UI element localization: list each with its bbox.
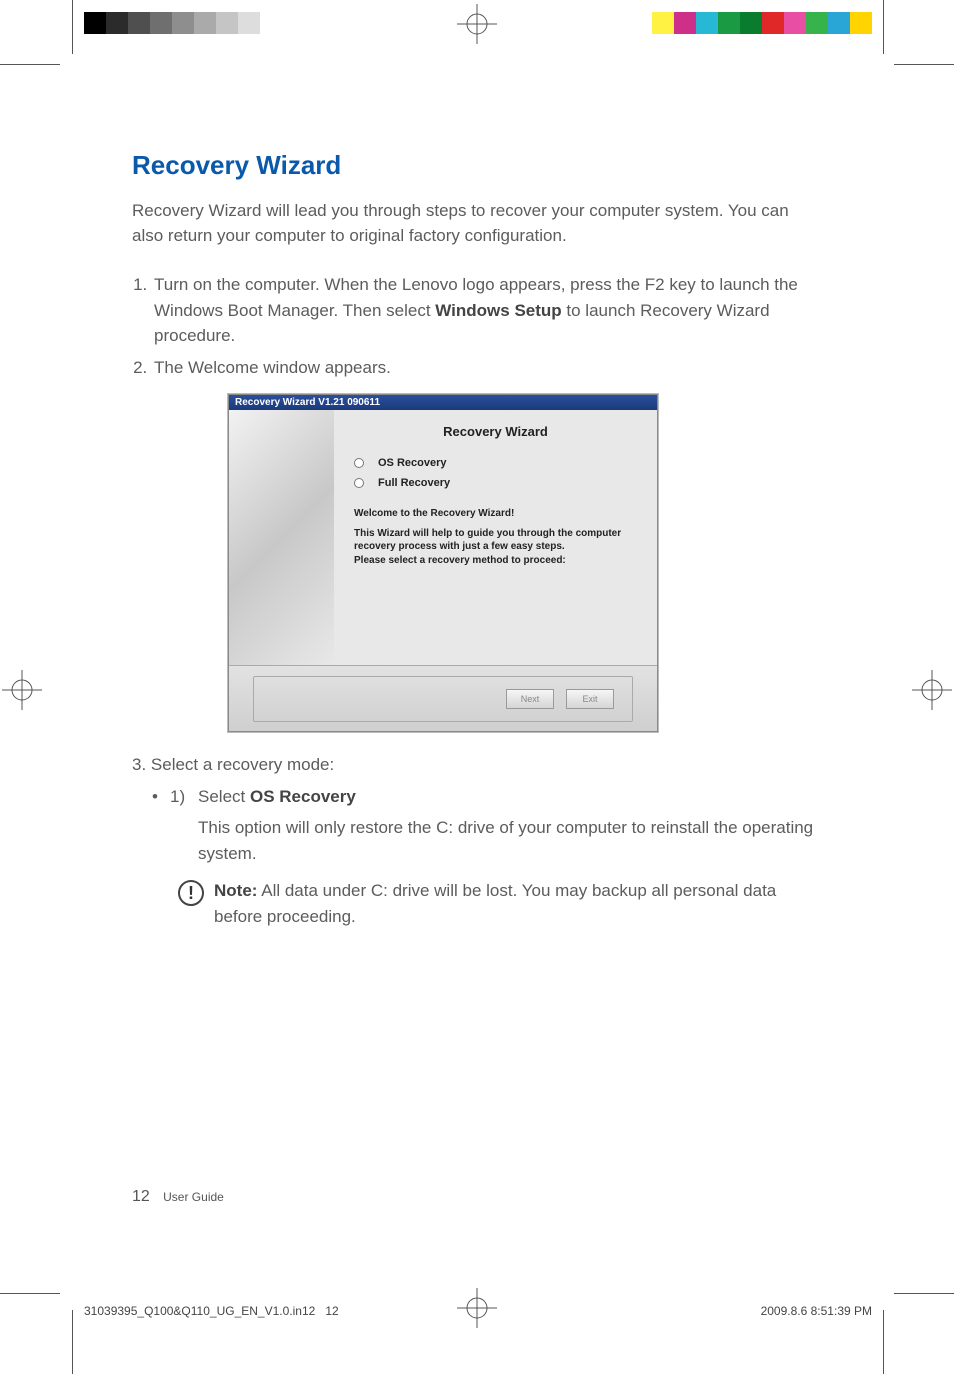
print-slug-right: 2009.8.6 8:51:39 PM xyxy=(761,1304,872,1318)
crop-mark xyxy=(894,64,954,65)
printer-color-bar-left xyxy=(84,12,282,34)
crop-mark xyxy=(883,1310,884,1374)
crop-mark xyxy=(883,0,884,54)
color-swatch xyxy=(172,12,194,34)
radio-label: Full Recovery xyxy=(378,477,450,489)
book-title: User Guide xyxy=(163,1190,224,1204)
wizard-desc-1: Welcome to the Recovery Wizard! xyxy=(354,507,637,521)
step-3-lead: 3. Select a recovery mode: xyxy=(132,752,822,778)
exit-button[interactable]: Exit xyxy=(566,689,614,709)
step-1-bold: Windows Setup xyxy=(435,301,561,320)
crop-mark xyxy=(72,1310,73,1374)
registration-mark-icon xyxy=(912,670,952,710)
color-swatch xyxy=(238,12,260,34)
crop-mark xyxy=(0,64,60,65)
color-swatch xyxy=(850,12,872,34)
slug-filename: 31039395_Q100&Q110_UG_EN_V1.0.in12 xyxy=(84,1304,315,1318)
color-swatch xyxy=(740,12,762,34)
page-number: 12 xyxy=(132,1188,150,1205)
crop-mark xyxy=(72,0,73,54)
note-block: ! Note: All data under C: drive will be … xyxy=(178,878,822,929)
sub-step-number: 1) xyxy=(170,784,198,810)
step-2: The Welcome window appears. xyxy=(152,355,822,381)
registration-mark-icon xyxy=(457,1288,497,1328)
wizard-desc-2: This Wizard will help to guide you throu… xyxy=(354,527,637,554)
intro-paragraph: Recovery Wizard will lead you through st… xyxy=(132,199,822,248)
radio-label: OS Recovery xyxy=(378,457,446,469)
sub-step-title: Select OS Recovery xyxy=(198,784,822,810)
color-swatch xyxy=(150,12,172,34)
note-label: Note: xyxy=(214,881,257,900)
page-content: Recovery Wizard Recovery Wizard will lea… xyxy=(132,150,822,929)
color-swatch xyxy=(84,12,106,34)
sub-step-bold: OS Recovery xyxy=(250,787,356,806)
step-3: 3. Select a recovery mode: • 1) Select O… xyxy=(132,752,822,929)
color-swatch xyxy=(828,12,850,34)
exit-button-label: Exit xyxy=(582,694,597,704)
wizard-desc-3: Please select a recovery method to proce… xyxy=(354,554,637,568)
color-swatch xyxy=(784,12,806,34)
crop-mark xyxy=(0,1293,60,1294)
registration-mark-icon xyxy=(2,670,42,710)
color-swatch xyxy=(260,12,282,34)
sub-step-description: This option will only restore the C: dri… xyxy=(198,815,822,866)
note-body: All data under C: drive will be lost. Yo… xyxy=(214,881,776,926)
page-footer: 12 User Guide xyxy=(132,1188,224,1206)
color-swatch xyxy=(762,12,784,34)
radio-os-recovery[interactable]: OS Recovery xyxy=(354,457,637,469)
color-swatch xyxy=(128,12,150,34)
section-heading: Recovery Wizard xyxy=(132,150,822,181)
slug-page: 12 xyxy=(325,1304,338,1318)
color-swatch xyxy=(806,12,828,34)
next-button-label: Next xyxy=(521,694,540,704)
color-swatch xyxy=(718,12,740,34)
color-swatch xyxy=(696,12,718,34)
radio-icon xyxy=(354,478,364,488)
attention-icon: ! xyxy=(178,880,204,906)
registration-mark-icon xyxy=(457,4,497,44)
sub-step-prefix: Select xyxy=(198,787,250,806)
bullet-icon: • xyxy=(152,784,170,810)
window-titlebar: Recovery Wizard V1.21 090611 xyxy=(229,395,657,410)
ordered-steps: Turn on the computer. When the Lenovo lo… xyxy=(132,272,822,380)
radio-full-recovery[interactable]: Full Recovery xyxy=(354,477,637,489)
wizard-title: Recovery Wizard xyxy=(354,424,637,439)
crop-mark xyxy=(894,1293,954,1294)
next-button[interactable]: Next xyxy=(506,689,554,709)
printer-color-bar-right xyxy=(652,12,872,34)
color-swatch xyxy=(106,12,128,34)
color-swatch xyxy=(216,12,238,34)
radio-icon xyxy=(354,458,364,468)
color-swatch xyxy=(652,12,674,34)
step-1: Turn on the computer. When the Lenovo lo… xyxy=(152,272,822,349)
print-slug-left: 31039395_Q100&Q110_UG_EN_V1.0.in12 12 xyxy=(84,1304,339,1318)
wizard-side-graphic xyxy=(229,410,334,665)
color-swatch xyxy=(194,12,216,34)
embedded-screenshot: Recovery Wizard V1.21 090611 Recovery Wi… xyxy=(228,394,822,732)
color-swatch xyxy=(674,12,696,34)
